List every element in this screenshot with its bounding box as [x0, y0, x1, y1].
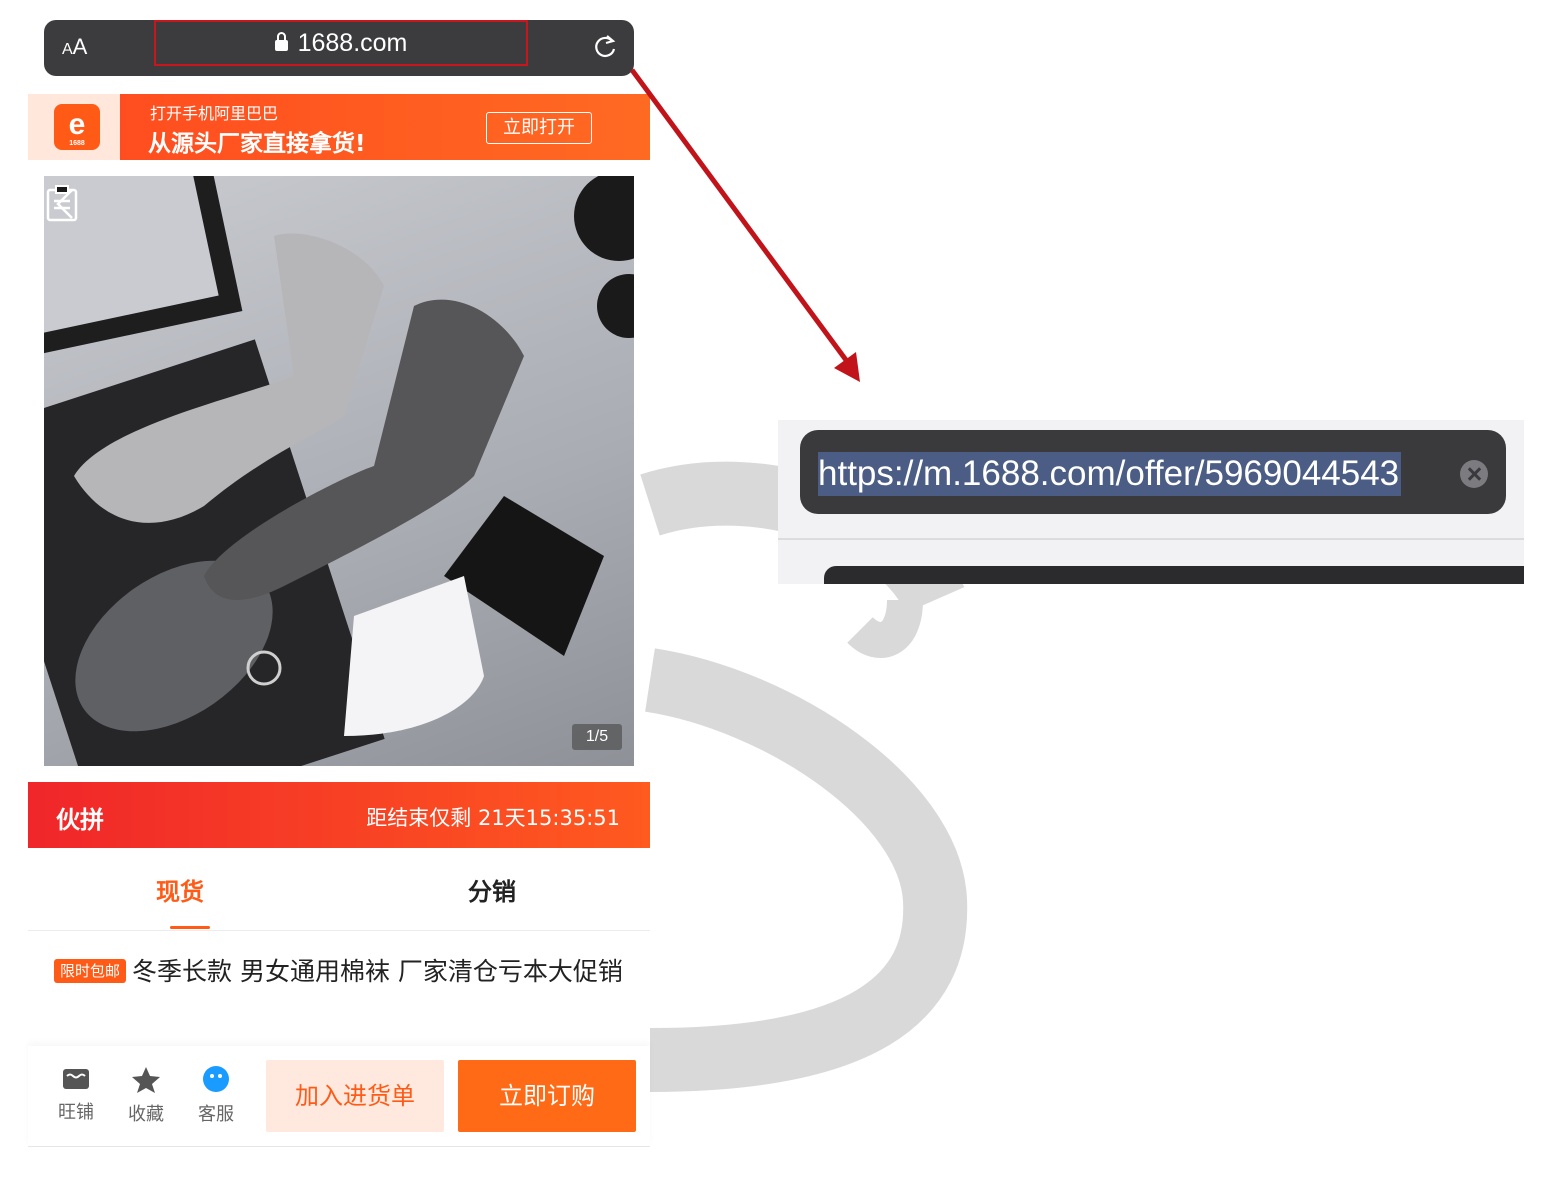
- url-field[interactable]: 1688.com: [154, 20, 528, 66]
- countdown-text: 距结束仅剩 21天15:35:51: [366, 806, 620, 830]
- customer-service-label: 客服: [198, 1104, 234, 1125]
- image-counter: 1/5: [572, 724, 622, 750]
- shop-label: 旺铺: [58, 1102, 94, 1123]
- reload-icon[interactable]: [590, 32, 620, 62]
- product-image[interactable]: 1/5: [44, 176, 634, 766]
- group-buy-label: 伙拼: [56, 806, 104, 834]
- favorite-label: 收藏: [128, 1104, 164, 1125]
- free-shipping-badge: 限时包邮: [54, 959, 127, 983]
- text-size-button[interactable]: AA: [62, 34, 87, 60]
- url-domain: 1688.com: [297, 28, 408, 57]
- product-title-text: 冬季长款 男女通用棉袜 厂家清仓亏本大促销: [132, 957, 623, 986]
- clear-icon[interactable]: [1460, 460, 1488, 488]
- banner-title: 从源头厂家直接拿货!: [148, 131, 366, 157]
- phone-screen: AA 1688.com e 1688 打开手机阿里巴巴 从源头厂家直接拿货! 立即…: [28, 0, 650, 1186]
- tab-distribution[interactable]: 分销: [468, 872, 516, 907]
- shop-icon: [63, 1069, 89, 1089]
- selected-url-text[interactable]: https://m.1688.com/offer/5969044543: [818, 452, 1402, 496]
- group-buy-bar: 伙拼 距结束仅剩 21天15:35:51: [28, 782, 650, 848]
- banner-subtitle: 打开手机阿里巴巴: [150, 104, 279, 123]
- zoomed-address-bar: https://m.1688.com/offer/5969044543: [778, 420, 1524, 584]
- chat-icon: [203, 1066, 229, 1092]
- open-app-button[interactable]: 立即打开: [486, 112, 592, 144]
- star-icon: [132, 1067, 160, 1093]
- bottom-action-bar: 旺铺 收藏 客服 加入进货单 立即订购: [28, 1046, 650, 1147]
- zoomed-url-field[interactable]: https://m.1688.com/offer/5969044543: [800, 430, 1506, 514]
- app-download-banner[interactable]: e 1688 打开手机阿里巴巴 从源头厂家直接拿货! 立即打开: [28, 94, 650, 160]
- tab-underline: [170, 926, 210, 929]
- clipboard-icon[interactable]: [44, 184, 80, 222]
- buy-now-button[interactable]: 立即订购: [458, 1060, 636, 1132]
- product-title: 限时包邮 冬季长款 男女通用棉袜 厂家清仓亏本大促销: [54, 950, 624, 993]
- customer-service-button[interactable]: 客服: [188, 1066, 244, 1126]
- favorite-button[interactable]: 收藏: [118, 1066, 174, 1126]
- tab-bar: 现货 分销: [28, 858, 650, 931]
- socks-photo: [44, 176, 634, 766]
- shop-button[interactable]: 旺铺: [48, 1066, 104, 1124]
- browser-address-bar[interactable]: AA 1688.com: [44, 20, 634, 76]
- lock-icon: [274, 31, 288, 51]
- tab-spot[interactable]: 现货: [156, 872, 204, 907]
- app-logo: e 1688: [54, 104, 100, 150]
- dark-strip: [824, 566, 1524, 584]
- add-to-cart-button[interactable]: 加入进货单: [266, 1060, 444, 1132]
- divider: [778, 538, 1524, 540]
